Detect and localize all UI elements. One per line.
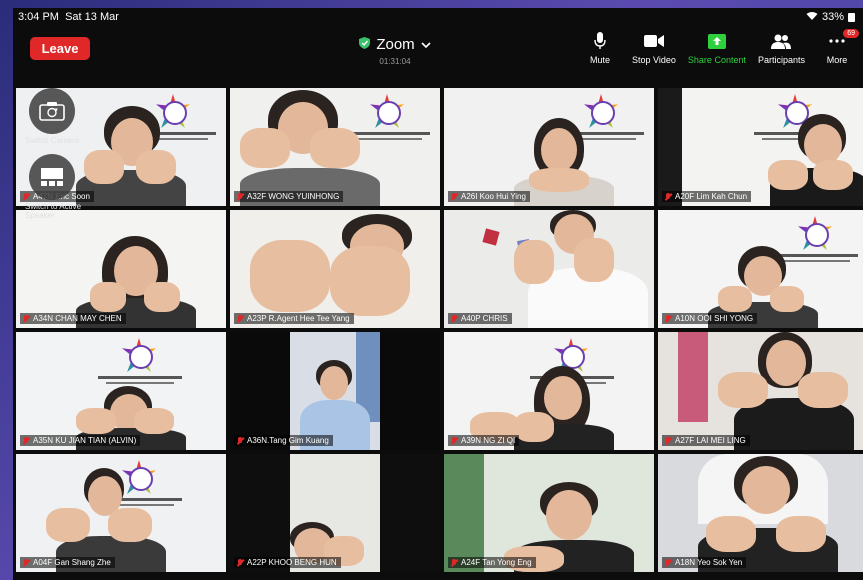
mic-muted-icon	[450, 558, 458, 567]
mic-muted-icon	[236, 192, 244, 201]
status-right: 33%	[806, 11, 855, 23]
video-tile[interactable]: A34N CHAN MAY CHEN	[16, 210, 226, 328]
video-tile[interactable]: A26I Koo Hui Ying	[444, 88, 654, 206]
mic-muted-icon	[664, 192, 672, 201]
mic-muted-icon	[22, 558, 30, 567]
switch-active-speaker-button[interactable]: Switch to Active Speaker	[25, 154, 91, 220]
participant-name-tag: A23P R.Agent Hee Tee Yang	[234, 313, 354, 324]
mic-muted-icon	[22, 314, 30, 323]
mic-muted-icon	[450, 436, 458, 445]
mic-muted-icon	[236, 436, 244, 445]
mic-muted-icon	[450, 314, 458, 323]
mic-muted-icon	[664, 436, 672, 445]
participant-name-tag: A34N CHAN MAY CHEN	[20, 313, 126, 324]
participant-name-tag: A10N OOI SHI YONG	[662, 313, 758, 324]
mic-muted-icon	[664, 314, 672, 323]
meeting-title[interactable]: Zoom 01:31:04	[295, 36, 495, 66]
switch-camera-button[interactable]: Switch Camera	[25, 88, 79, 145]
share-arrow-icon	[707, 32, 726, 50]
video-grid: A47N Eric Soon A32F WONG YUINHONG A26I K…	[16, 88, 863, 580]
video-tile[interactable]: A22P KHOO BENG HUN	[230, 454, 440, 572]
video-tile[interactable]: A18N Yeo Sok Yen	[658, 454, 863, 572]
participant-name-tag: A22P KHOO BENG HUN	[234, 557, 341, 568]
video-tile[interactable]: A20F Lim Kah Chun	[658, 88, 863, 206]
mic-muted-icon	[664, 558, 672, 567]
participant-name-tag: A35N KU JIAN TIAN (ALVIN)	[20, 435, 141, 446]
status-time: 3:04 PM Sat 13 Mar	[18, 11, 119, 23]
participant-name-tag: A40P CHRIS	[448, 313, 512, 324]
participant-count-badge: 69	[843, 29, 859, 38]
toolbar: Mute Stop Video Share Content Participan…	[574, 29, 863, 72]
video-tile[interactable]: A32F WONG YUINHONG	[230, 88, 440, 206]
participant-name-tag: A20F Lim Kah Chun	[662, 191, 752, 202]
status-bar: 3:04 PM Sat 13 Mar 33%	[13, 8, 863, 26]
video-tile[interactable]: A23P R.Agent Hee Tee Yang	[230, 210, 440, 328]
video-tile[interactable]: A24F Tan Yong Eng	[444, 454, 654, 572]
participant-name-tag: A36N.Tang Gim Kuang	[234, 435, 333, 446]
participant-name-tag: A32F WONG YUINHONG	[234, 191, 344, 202]
video-tile[interactable]: A10N OOI SHI YONG	[658, 210, 863, 328]
participant-name-tag: A39N NG ZI QI	[448, 435, 520, 446]
participants-button[interactable]: Participants	[752, 32, 811, 72]
wifi-icon	[806, 11, 818, 23]
participant-name-tag: A24F Tan Yong Eng	[448, 557, 536, 568]
participant-name-tag: A27F LAI MEI LING	[662, 435, 750, 446]
meeting-timer: 01:31:04	[379, 57, 411, 66]
video-camera-icon	[643, 32, 664, 50]
microphone-icon	[594, 32, 606, 50]
video-tile[interactable]: A40P CHRIS	[444, 210, 654, 328]
mic-muted-icon	[236, 314, 244, 323]
video-tile[interactable]: A27F LAI MEI LING	[658, 332, 863, 450]
mute-button[interactable]: Mute	[574, 32, 626, 72]
battery-icon	[848, 12, 855, 22]
participant-name-tag: A26I Koo Hui Ying	[448, 191, 530, 202]
share-content-button[interactable]: Share Content	[682, 32, 752, 72]
chevron-down-icon	[421, 36, 431, 53]
video-tile[interactable]: A36N.Tang Gim Kuang	[230, 332, 440, 450]
mic-muted-icon	[450, 192, 458, 201]
program-banner	[92, 334, 202, 394]
participants-icon	[771, 32, 792, 50]
participant-name-tag: A04F Gan Shang Zhe	[20, 557, 115, 568]
stop-video-button[interactable]: Stop Video	[626, 32, 682, 72]
active-speaker-icon	[29, 154, 75, 200]
shield-icon	[359, 36, 371, 53]
leave-button[interactable]: Leave	[30, 37, 90, 60]
video-tile[interactable]: A35N KU JIAN TIAN (ALVIN)	[16, 332, 226, 450]
video-tile[interactable]: A04F Gan Shang Zhe	[16, 454, 226, 572]
video-tile[interactable]: A39N NG ZI QI	[444, 332, 654, 450]
more-button[interactable]: More 69	[811, 29, 863, 72]
battery-percentage: 33%	[821, 11, 844, 23]
camera-switch-icon	[29, 88, 76, 134]
zoom-app: 3:04 PM Sat 13 Mar 33% Leave Zoom 01:31:…	[13, 8, 863, 580]
meeting-name: Zoom	[376, 36, 415, 53]
mic-muted-icon	[236, 558, 244, 567]
participant-name-tag: A18N Yeo Sok Yen	[662, 557, 747, 568]
mic-muted-icon	[22, 436, 30, 445]
